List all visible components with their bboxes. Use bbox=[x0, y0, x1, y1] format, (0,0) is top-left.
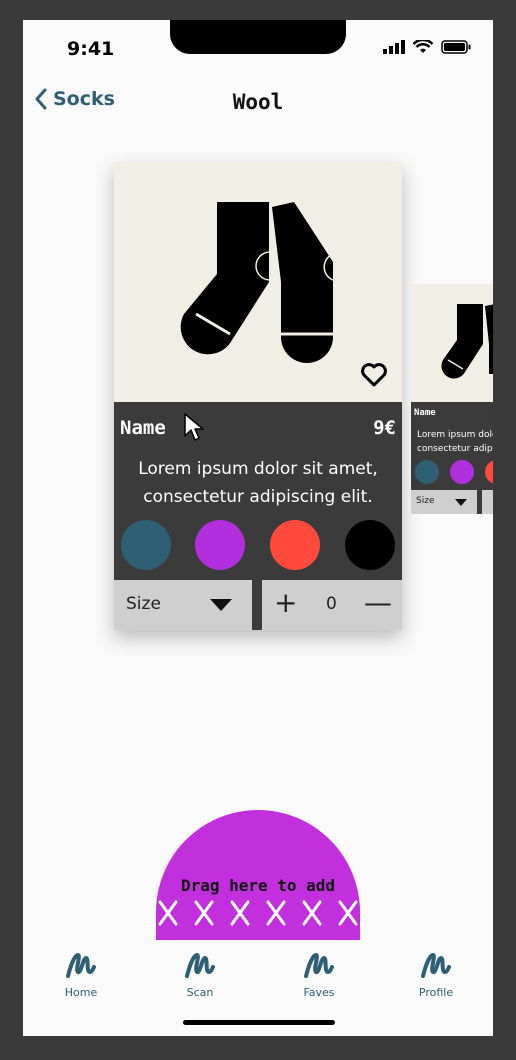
tab-scan[interactable]: Scan bbox=[160, 950, 240, 999]
favorite-heart-icon[interactable] bbox=[360, 362, 388, 392]
product-card[interactable]: Name 9€ Lorem ipsum dolor sit amet, cons… bbox=[114, 162, 402, 630]
squiggle-icon bbox=[66, 952, 96, 978]
description-line: consectetur adipiscing elit. bbox=[417, 444, 493, 454]
status-icons bbox=[383, 40, 471, 54]
description-line: consectetur adipiscing elit. bbox=[143, 487, 373, 507]
squiggle-icon bbox=[185, 952, 215, 978]
color-swatch[interactable] bbox=[195, 520, 245, 570]
status-time: 9:41 bbox=[67, 38, 115, 60]
description-line: Lorem ipsum dolor sit amet, bbox=[417, 430, 493, 440]
next-product-name: Name bbox=[414, 408, 436, 418]
home-indicator[interactable] bbox=[183, 1020, 335, 1025]
tab-label: Profile bbox=[418, 986, 454, 999]
battery-icon bbox=[441, 40, 471, 54]
next-product-image bbox=[411, 284, 493, 402]
tab-profile[interactable]: Profile bbox=[396, 950, 476, 999]
color-swatch[interactable] bbox=[270, 520, 320, 570]
size-dropdown[interactable]: Size bbox=[114, 580, 252, 630]
color-swatch[interactable] bbox=[345, 520, 395, 570]
page-title: Wool bbox=[232, 90, 284, 114]
socks-icon bbox=[441, 304, 493, 379]
next-product-description: Lorem ipsum dolor sit amet, consectetur … bbox=[417, 428, 493, 456]
description-line: Lorem ipsum dolor sit amet, bbox=[138, 459, 378, 479]
drag-drop-zone[interactable]: Drag here to add bbox=[156, 810, 360, 942]
tab-label: Faves bbox=[303, 986, 335, 999]
tab-home[interactable]: Home bbox=[41, 950, 121, 999]
mouse-cursor-icon bbox=[184, 413, 204, 441]
minus-button[interactable]: — bbox=[364, 588, 392, 618]
product-image bbox=[114, 162, 402, 402]
quantity-stepper: + 0 — bbox=[262, 580, 402, 630]
size-dropdown[interactable]: Size bbox=[411, 490, 477, 514]
product-name: Name bbox=[120, 417, 166, 439]
color-swatch[interactable] bbox=[415, 460, 439, 484]
tab-label: Home bbox=[64, 986, 98, 999]
quantity-stepper[interactable] bbox=[482, 490, 493, 514]
signal-icon bbox=[383, 40, 405, 54]
color-swatch[interactable] bbox=[485, 460, 493, 484]
tab-faves[interactable]: Faves bbox=[279, 950, 359, 999]
next-product-card[interactable]: Name Lorem ipsum dolor sit amet, consect… bbox=[411, 284, 493, 514]
plus-button[interactable]: + bbox=[274, 588, 297, 618]
product-price: 9€ bbox=[373, 417, 396, 439]
tab-label: Scan bbox=[186, 986, 214, 999]
color-swatch[interactable] bbox=[121, 520, 171, 570]
notch bbox=[170, 20, 346, 54]
size-label: Size bbox=[126, 594, 161, 614]
color-swatches bbox=[114, 520, 402, 574]
phone-screen: 9:41 Socks Wool Name 9€ Lorem ipsum dolo bbox=[23, 20, 493, 1036]
caret-down-icon bbox=[455, 499, 467, 506]
caret-down-icon bbox=[210, 599, 232, 611]
drop-zone-label: Drag here to add bbox=[180, 876, 336, 895]
squiggle-icon bbox=[421, 952, 451, 978]
quantity-value: 0 bbox=[326, 594, 337, 614]
size-label: Size bbox=[416, 496, 435, 506]
product-description: Lorem ipsum dolor sit amet, consectetur … bbox=[114, 455, 402, 511]
stitch-pattern bbox=[158, 900, 358, 926]
socks-icon bbox=[180, 202, 334, 363]
wifi-icon bbox=[413, 40, 433, 53]
squiggle-icon bbox=[304, 952, 334, 978]
color-swatch[interactable] bbox=[450, 460, 474, 484]
